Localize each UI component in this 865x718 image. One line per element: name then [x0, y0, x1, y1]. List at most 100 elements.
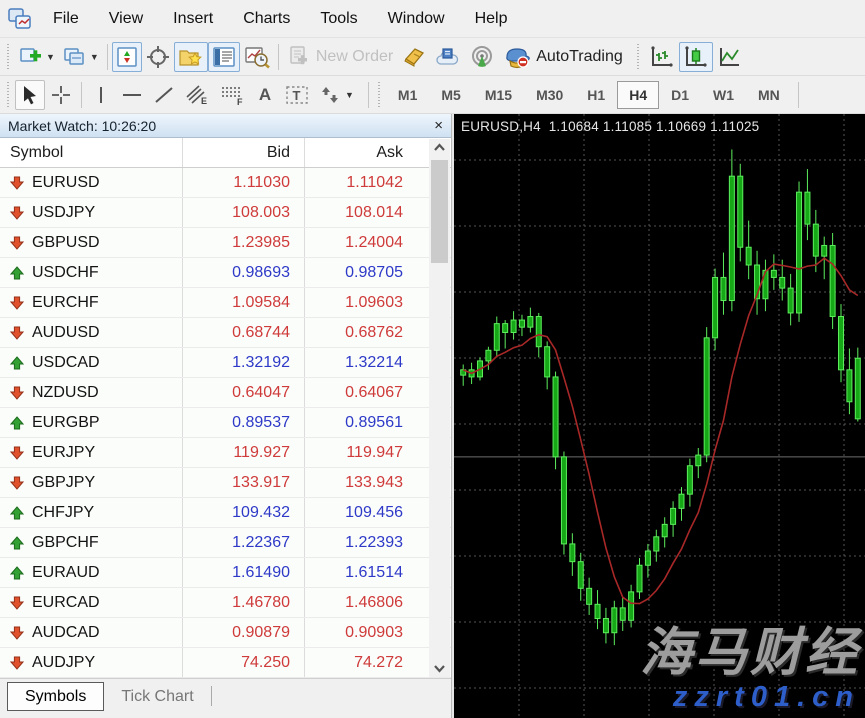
menu-item-tools[interactable]: Tools: [305, 0, 372, 37]
mql-cloud-button[interactable]: [431, 42, 465, 72]
menu-item-help[interactable]: Help: [460, 0, 523, 37]
metaeditor-button[interactable]: [397, 42, 431, 72]
market-watch-row[interactable]: EURCAD1.467801.46806: [0, 588, 451, 618]
signal-button[interactable]: [465, 42, 499, 72]
bid-value: 0.68744: [183, 318, 305, 347]
bid-value: 0.98693: [183, 258, 305, 287]
scrollbar-thumb[interactable]: [431, 160, 448, 263]
folder-star-icon: [178, 46, 204, 68]
navigator-toggle-button[interactable]: [174, 42, 208, 72]
tab-tick-chart[interactable]: Tick Chart: [104, 682, 210, 711]
menu-item-window[interactable]: Window: [373, 0, 460, 37]
symbol-name: EURCAD: [32, 594, 100, 612]
chart-area[interactable]: EURUSD,H4 1.10684 1.11085 1.10669 1.1102…: [452, 114, 865, 718]
profiles-button[interactable]: ▼: [59, 42, 103, 72]
trendline-tool-button[interactable]: [148, 80, 180, 110]
horizontal-line-tool-button[interactable]: [116, 80, 148, 110]
cursor-tool-button[interactable]: [15, 80, 45, 110]
market-watch-row[interactable]: USDJPY108.003108.014: [0, 198, 451, 228]
menu-item-insert[interactable]: Insert: [158, 0, 228, 37]
crosshair-tool-button[interactable]: [45, 80, 77, 110]
timeframe-button-m15[interactable]: M15: [473, 81, 524, 109]
bid-value: 1.46780: [183, 588, 305, 617]
market-watch-row[interactable]: NZDUSD0.640470.64067: [0, 378, 451, 408]
arrow-down-icon: [10, 296, 24, 310]
market-watch-toggle-button[interactable]: [112, 42, 142, 72]
market-watch-row[interactable]: GBPJPY133.917133.943: [0, 468, 451, 498]
timeframe-button-h1[interactable]: H1: [575, 81, 617, 109]
symbol-name: AUDJPY: [32, 654, 95, 672]
toolbar-grip[interactable]: [376, 82, 383, 108]
column-header-symbol[interactable]: Symbol: [0, 138, 183, 167]
toolbar-grip[interactable]: [635, 44, 642, 70]
timeframe-button-m30[interactable]: M30: [524, 81, 575, 109]
tab-symbols[interactable]: Symbols: [7, 682, 104, 711]
market-watch-row[interactable]: EURUSD1.110301.11042: [0, 168, 451, 198]
ask-value: 1.11042: [305, 168, 415, 197]
market-watch-row[interactable]: EURAUD1.614901.61514: [0, 558, 451, 588]
vertical-line-tool-button[interactable]: [86, 80, 116, 110]
toolbar-grip[interactable]: [5, 44, 12, 70]
bar-chart-icon: [649, 45, 675, 69]
menu-item-view[interactable]: View: [94, 0, 158, 37]
timeframe-button-d1[interactable]: D1: [659, 81, 701, 109]
timeframe-button-w1[interactable]: W1: [701, 81, 746, 109]
line-chart-type-button[interactable]: [713, 42, 747, 72]
market-watch-title: Market Watch: 10:26:20: [8, 118, 156, 134]
toolbar-separator: [278, 44, 279, 70]
scrollbar[interactable]: [429, 139, 450, 677]
autotrading-icon: [503, 45, 531, 69]
symbol-name: USDCHF: [32, 264, 99, 282]
data-window-button[interactable]: [142, 42, 174, 72]
market-watch-row[interactable]: EURJPY119.927119.947: [0, 438, 451, 468]
symbol-name: EURAUD: [32, 564, 100, 582]
autotrading-button[interactable]: AutoTrading: [499, 42, 627, 72]
market-watch-titlebar[interactable]: Market Watch: 10:26:20 ×: [0, 114, 451, 138]
menu-bar: FileViewInsertChartsToolsWindowHelp: [0, 0, 865, 38]
scroll-down-icon[interactable]: [429, 660, 450, 677]
close-icon[interactable]: ×: [434, 118, 443, 133]
arrow-up-icon: [10, 566, 24, 580]
ask-value: 108.014: [305, 198, 415, 227]
market-watch-row[interactable]: CHFJPY109.432109.456: [0, 498, 451, 528]
bid-value: 0.64047: [183, 378, 305, 407]
market-watch-row[interactable]: GBPUSD1.239851.24004: [0, 228, 451, 258]
timeframe-button-h4[interactable]: H4: [617, 81, 659, 109]
bid-value: 108.003: [183, 198, 305, 227]
text-tool-button[interactable]: A: [250, 80, 280, 110]
text-label-tool-button[interactable]: T: [280, 80, 314, 110]
terminal-toggle-button[interactable]: [208, 42, 240, 72]
strategy-tester-button[interactable]: [240, 42, 274, 72]
timeframe-button-m5[interactable]: M5: [429, 81, 472, 109]
arrow-down-icon: [10, 446, 24, 460]
market-watch-row[interactable]: USDCHF0.986930.98705: [0, 258, 451, 288]
market-watch-row[interactable]: EURGBP0.895370.89561: [0, 408, 451, 438]
arrows-tool-button[interactable]: ▼: [314, 80, 358, 110]
bid-value: 1.09584: [183, 288, 305, 317]
candlestick-chart-type-button[interactable]: [679, 42, 713, 72]
menu-item-file[interactable]: File: [38, 0, 94, 37]
bar-chart-type-button[interactable]: [645, 42, 679, 72]
new-chart-button[interactable]: ▼: [15, 42, 59, 72]
column-header-ask[interactable]: Ask: [305, 138, 415, 167]
market-watch-row[interactable]: AUDCAD0.908790.90903: [0, 618, 451, 648]
market-watch-row[interactable]: AUDUSD0.687440.68762: [0, 318, 451, 348]
timeframe-button-m1[interactable]: M1: [386, 81, 429, 109]
scroll-up-icon[interactable]: [429, 139, 450, 156]
market-watch-row[interactable]: AUDJPY74.25074.272: [0, 648, 451, 678]
timeframe-button-mn[interactable]: MN: [746, 81, 792, 109]
market-watch-row[interactable]: EURCHF1.095841.09603: [0, 288, 451, 318]
equidistant-channel-tool-button[interactable]: E: [180, 80, 214, 110]
workspace: Market Watch: 10:26:20 × Symbol Bid Ask …: [0, 114, 865, 718]
market-watch-row[interactable]: GBPCHF1.223671.22393: [0, 528, 451, 558]
toolbar-separator: [107, 44, 108, 70]
toolbar-grip[interactable]: [5, 82, 12, 108]
market-watch-icon: [116, 46, 138, 68]
toolbar-separator: [368, 82, 369, 108]
column-header-bid[interactable]: Bid: [183, 138, 305, 167]
ask-value: 109.456: [305, 498, 415, 527]
market-watch-row[interactable]: USDCAD1.321921.32214: [0, 348, 451, 378]
fibonacci-tool-button[interactable]: F: [214, 80, 250, 110]
menu-item-charts[interactable]: Charts: [228, 0, 305, 37]
symbol-name: USDCAD: [32, 354, 100, 372]
